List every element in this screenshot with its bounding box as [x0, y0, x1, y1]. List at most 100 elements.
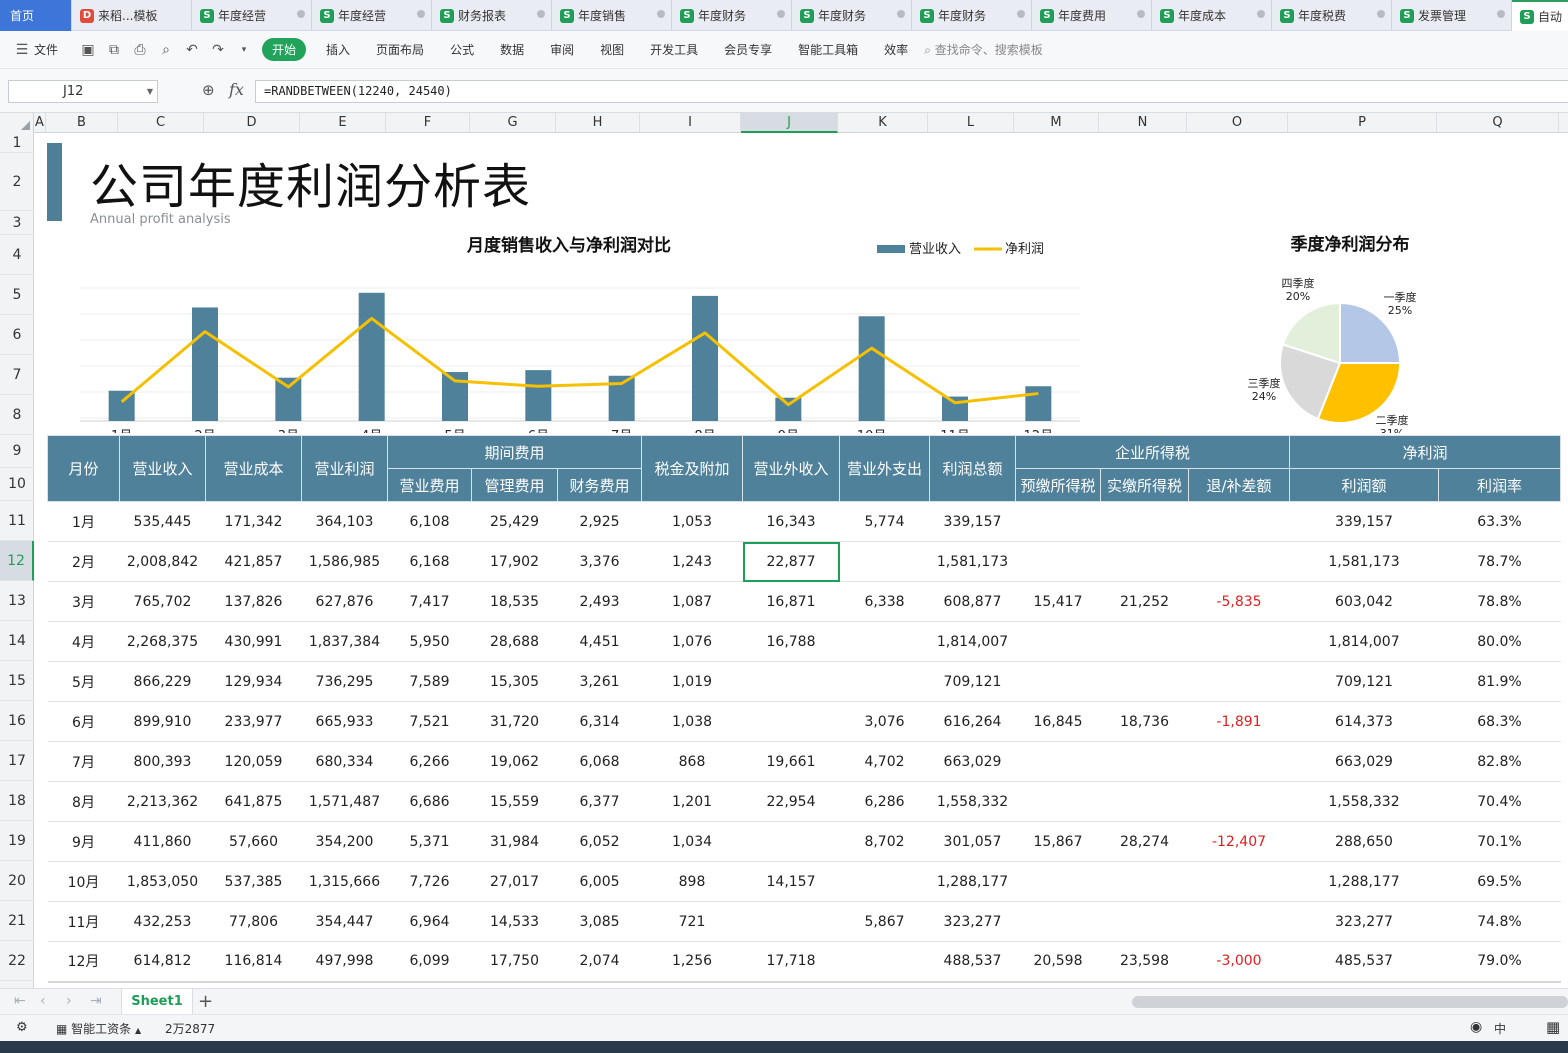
table-cell[interactable]: 2,074: [557, 941, 642, 983]
table-cell[interactable]: 6,686: [387, 781, 472, 822]
ime-indicator[interactable]: 中: [1494, 1020, 1506, 1037]
table-cell[interactable]: 3月: [47, 581, 120, 622]
table-cell[interactable]: 1,288,177: [929, 861, 1016, 902]
ribbon-menu-item[interactable]: 公式: [450, 41, 474, 58]
table-cell[interactable]: 116,814: [205, 941, 302, 983]
ribbon-menu-item[interactable]: 插入: [326, 41, 350, 58]
table-cell[interactable]: 614,373: [1289, 701, 1439, 742]
table-cell[interactable]: 22,954: [742, 781, 840, 822]
table-cell[interactable]: 535,445: [119, 501, 206, 542]
table-cell[interactable]: 6,964: [387, 901, 472, 942]
close-tab-icon[interactable]: [1497, 10, 1505, 18]
ribbon-menu-item[interactable]: 开发工具: [650, 41, 698, 58]
table-cell[interactable]: 603,042: [1289, 581, 1439, 622]
table-cell[interactable]: 15,867: [1015, 821, 1101, 862]
zoom-icon[interactable]: ⊕: [202, 81, 215, 99]
table-cell[interactable]: 1,087: [641, 581, 743, 622]
table-cell[interactable]: [1188, 901, 1290, 942]
print-icon[interactable]: ⎙: [132, 42, 148, 58]
table-cell[interactable]: [1100, 541, 1189, 582]
table-cell[interactable]: 323,277: [1289, 901, 1439, 942]
table-cell[interactable]: 627,876: [301, 581, 388, 622]
table-cell[interactable]: [742, 701, 840, 742]
table-cell[interactable]: 899,910: [119, 701, 206, 742]
table-cell[interactable]: 18,736: [1100, 701, 1189, 742]
select-all-corner[interactable]: [0, 113, 34, 133]
table-cell[interactable]: 1,201: [641, 781, 743, 822]
table-cell[interactable]: [742, 661, 840, 702]
table-cell[interactable]: 120,059: [205, 741, 302, 782]
table-cell[interactable]: 364,103: [301, 501, 388, 542]
row-header[interactable]: 12: [0, 541, 34, 581]
table-cell[interactable]: 19,661: [742, 741, 840, 782]
row-header[interactable]: 3: [0, 211, 34, 235]
table-cell[interactable]: 2,925: [557, 501, 642, 542]
row-header[interactable]: 13: [0, 581, 34, 621]
table-cell[interactable]: 288,650: [1289, 821, 1439, 862]
function-icon[interactable]: fx: [229, 80, 244, 99]
table-cell[interactable]: 233,977: [205, 701, 302, 742]
table-cell[interactable]: 616,264: [929, 701, 1016, 742]
table-cell[interactable]: -12,407: [1188, 821, 1290, 862]
table-cell[interactable]: 354,200: [301, 821, 388, 862]
preview-icon[interactable]: ⌕: [158, 42, 174, 58]
row-header[interactable]: 15: [0, 661, 34, 701]
table-cell[interactable]: 16,343: [742, 501, 840, 542]
row-header[interactable]: 19: [0, 821, 34, 861]
table-cell[interactable]: 2月: [47, 541, 120, 582]
row-header[interactable]: 2: [0, 153, 34, 211]
row-header[interactable]: 8: [0, 395, 34, 435]
table-cell[interactable]: [1188, 781, 1290, 822]
table-cell[interactable]: 301,057: [929, 821, 1016, 862]
row-header[interactable]: 10: [0, 468, 34, 501]
command-search[interactable]: ⌕ 查找命令、搜索模板: [924, 41, 1043, 58]
table-cell[interactable]: 21,252: [1100, 581, 1189, 622]
save-icon[interactable]: ▣: [80, 42, 96, 58]
table-cell[interactable]: 485,537: [1289, 941, 1439, 983]
chevron-down-icon[interactable]: ▼: [147, 81, 153, 102]
table-cell[interactable]: 129,934: [205, 661, 302, 702]
table-cell[interactable]: [742, 901, 840, 942]
row-header[interactable]: 16: [0, 701, 34, 741]
table-cell[interactable]: 6,052: [557, 821, 642, 862]
table-cell[interactable]: 3,085: [557, 901, 642, 942]
close-tab-icon[interactable]: [657, 10, 665, 18]
table-cell[interactable]: [839, 661, 930, 702]
table-cell[interactable]: 14,533: [471, 901, 558, 942]
table-cell[interactable]: 608,877: [929, 581, 1016, 622]
table-cell[interactable]: 2,213,362: [119, 781, 206, 822]
column-header[interactable]: A: [34, 113, 46, 133]
document-tab[interactable]: S 年度经营: [192, 0, 312, 31]
table-cell[interactable]: 68.3%: [1438, 701, 1561, 742]
table-cell[interactable]: 18,535: [471, 581, 558, 622]
table-cell[interactable]: 31,984: [471, 821, 558, 862]
worksheet[interactable]: ABCDEFGHIJKLMNOPQ 1 2 3 4 5 6 7 8 9 10 11 12 13 14 15 1…: [0, 113, 1568, 988]
next-sheet-icon[interactable]: ›: [66, 993, 72, 1009]
document-tab[interactable]: S 年度财务: [792, 0, 912, 31]
table-cell[interactable]: 6月: [47, 701, 120, 742]
table-cell[interactable]: 3,376: [557, 541, 642, 582]
table-cell[interactable]: [1100, 621, 1189, 662]
close-tab-icon[interactable]: [897, 10, 905, 18]
table-cell[interactable]: 868: [641, 741, 743, 782]
table-cell[interactable]: 20,598: [1015, 941, 1101, 983]
name-box[interactable]: J12 ▼: [8, 80, 158, 103]
document-tab[interactable]: D 来稻...模板: [72, 0, 192, 31]
document-tab[interactable]: S 年度费用: [1032, 0, 1152, 31]
table-cell[interactable]: 16,871: [742, 581, 840, 622]
table-cell[interactable]: 7月: [47, 741, 120, 782]
table-cell[interactable]: 7,589: [387, 661, 472, 702]
column-header[interactable]: C: [118, 113, 204, 133]
undo-icon[interactable]: ↶: [184, 42, 200, 58]
table-cell[interactable]: 1,019: [641, 661, 743, 702]
table-cell[interactable]: 323,277: [929, 901, 1016, 942]
row-header[interactable]: 5: [0, 275, 34, 315]
column-header[interactable]: D: [204, 113, 300, 133]
table-cell[interactable]: 171,342: [205, 501, 302, 542]
table-cell[interactable]: [1015, 901, 1101, 942]
table-cell[interactable]: 5,950: [387, 621, 472, 662]
document-tab[interactable]: S 年度财务: [912, 0, 1032, 31]
table-cell[interactable]: 866,229: [119, 661, 206, 702]
table-cell[interactable]: [1100, 861, 1189, 902]
column-header[interactable]: I: [640, 113, 741, 133]
